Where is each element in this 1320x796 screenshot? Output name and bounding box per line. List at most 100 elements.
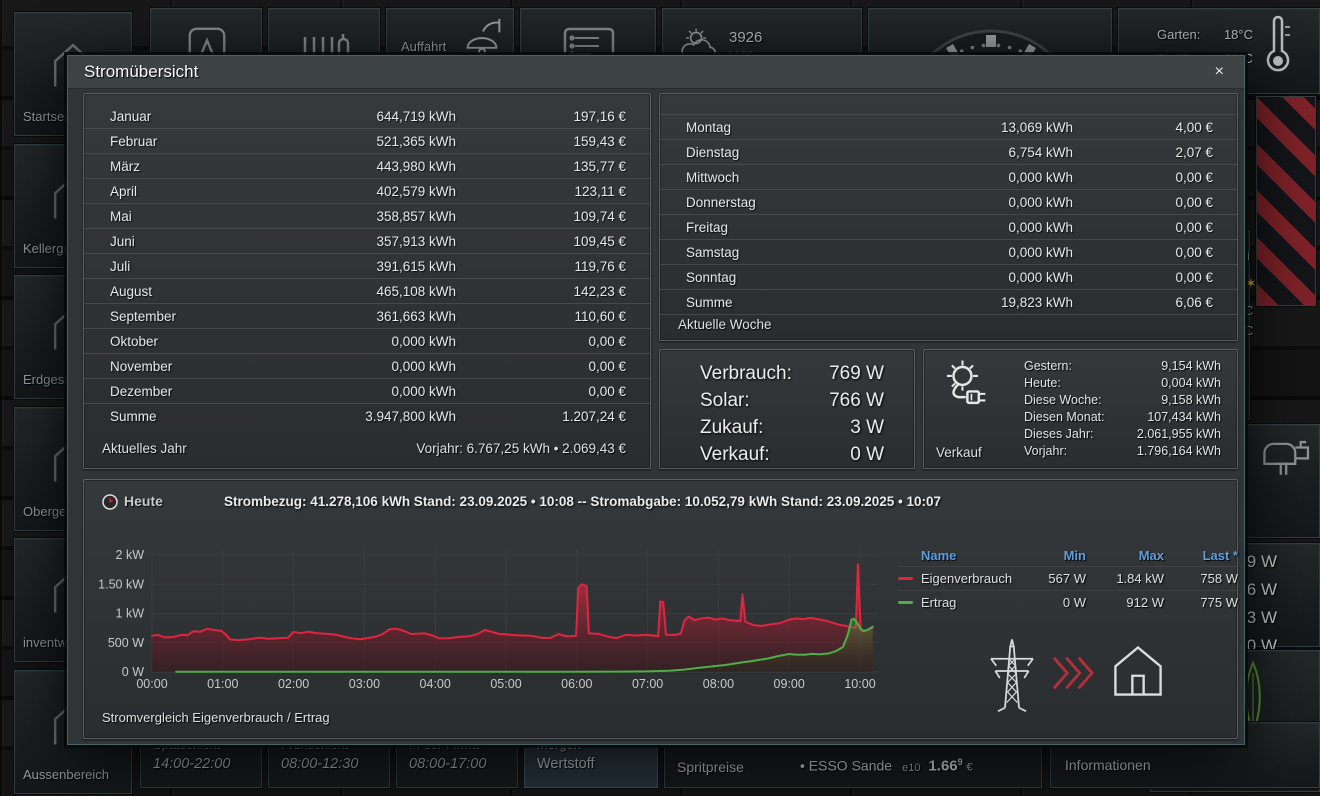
row-label: September	[110, 304, 306, 328]
table-row: Montag13,069 kWh4,00 €	[660, 115, 1237, 140]
row-label: Dezember	[110, 379, 306, 403]
row-label: Sonntag	[686, 265, 893, 289]
row-label: Samstag	[686, 240, 893, 264]
row-label: März	[110, 154, 306, 178]
euro-value: 0,00 €	[1073, 265, 1213, 289]
row-label: Januar	[110, 104, 306, 128]
legend-series-name[interactable]: Ertrag	[921, 595, 1022, 610]
stat-value: 9,158 kWh	[1161, 392, 1221, 409]
table-row: April402,579 kWh123,11 €	[84, 179, 650, 204]
stromuebersicht-dialog: Stromübersicht × Januar644,719 kWh197,16…	[67, 55, 1245, 745]
kwh-value: 391,615 kWh	[306, 254, 456, 278]
stat-value: 0,004 kWh	[1161, 375, 1221, 392]
stat-label: Diese Woche:	[1024, 392, 1102, 409]
series-min: 567 W	[1022, 571, 1086, 586]
chart-legend: NameMinMaxLast *Eigenverbrauch567 W1.84 …	[898, 544, 1238, 614]
verkauf-label: Verkauf	[936, 445, 982, 460]
tile-warning-stripes[interactable]	[1256, 96, 1316, 306]
outdoor-temp-value: 18°C	[1224, 27, 1253, 42]
euro-value: 0,00 €	[1073, 190, 1213, 214]
euro-value: 123,11 €	[456, 179, 626, 203]
star-icon: ✶	[1245, 275, 1257, 292]
row-label: Mittwoch	[686, 165, 893, 189]
svg-text:2 kW: 2 kW	[116, 548, 145, 562]
series-last: 775 W	[1164, 595, 1238, 610]
stat-value: 9,154 kWh	[1161, 358, 1221, 375]
euro-value: 119,76 €	[456, 254, 626, 278]
power-value: 3 W	[850, 414, 884, 441]
mailbox-icon	[1259, 433, 1317, 479]
power-label: Zukauf:	[700, 414, 763, 441]
close-icon[interactable]: ×	[1209, 61, 1230, 83]
legend-col-header: Min	[1022, 548, 1086, 563]
table-row: Sonntag0,000 kWh0,00 €	[660, 265, 1237, 290]
euro-value: 197,16 €	[456, 104, 626, 128]
kwh-value: 0,000 kWh	[893, 240, 1073, 264]
live-power-row: Solar:766 W	[700, 387, 884, 414]
euro-value: 109,74 €	[456, 204, 626, 228]
euro-value: 0,00 €	[1073, 215, 1213, 239]
table-row: Mai358,857 kWh109,74 €	[84, 204, 650, 229]
tab-heute[interactable]: Heute	[124, 493, 163, 509]
stat-value: 1.796,164 kWh	[1137, 443, 1221, 460]
kwh-value: 358,857 kWh	[306, 204, 456, 228]
power-line-chart: 00:0001:0002:0003:0004:0005:0006:0007:00…	[92, 538, 892, 698]
fuel-price-decimal: 9	[958, 757, 963, 767]
dialog-title: Stromübersicht	[84, 62, 198, 82]
svg-text:09:00: 09:00	[774, 677, 805, 691]
svg-text:05:00: 05:00	[490, 677, 521, 691]
outdoor-temp-row: Garten: 18°C	[1157, 27, 1253, 42]
live-power-row: Verkauf:0 W	[700, 441, 884, 468]
stat-label: Dieses Jahr:	[1024, 426, 1093, 443]
row-label: Summe	[110, 404, 306, 429]
sidebar-item-label: Aussenbereich	[23, 767, 109, 782]
series-last: 758 W	[1164, 571, 1238, 586]
live-power-panel: Verbrauch:769 WSolar:766 WZukauf:3 WVerk…	[659, 349, 915, 469]
table-row: Februar521,365 kWh159,43 €	[84, 129, 650, 154]
euro-value: 0,00 €	[456, 379, 626, 403]
euro-value: 0,00 €	[456, 329, 626, 353]
shift-time: 14:00-22:00	[153, 756, 230, 772]
lux-value: 3926	[729, 29, 762, 46]
stat-label: Vorjahr:	[1024, 443, 1067, 460]
kwh-value: 402,579 kWh	[306, 179, 456, 203]
row-label: Juni	[110, 229, 306, 253]
fuel-prices-label: Spritpreise	[677, 759, 744, 775]
sale-stat-row: Diese Woche: 9,158 kWh	[1024, 392, 1221, 409]
stat-label: Diesen Monat:	[1024, 409, 1105, 426]
legend-col-header: Last *	[1164, 548, 1238, 563]
reminder-subtitle: Wertstoff	[537, 756, 594, 772]
previous-year-summary: Vorjahr: 6.767,25 kWh • 2.069,43 €	[416, 441, 626, 456]
dashboard-background: StartseiteKellergeschossErdgeschossOberg…	[0, 0, 1320, 796]
svg-text:1.50 kW: 1.50 kW	[98, 577, 144, 591]
table-row: Oktober0,000 kWh0,00 €	[84, 329, 650, 354]
legend-series-name[interactable]: Eigenverbrauch	[921, 571, 1022, 586]
legend-row: Eigenverbrauch567 W1.84 kW758 W	[898, 566, 1238, 590]
power-value: 0 W	[850, 441, 884, 468]
monthly-footer: Aktuelles Jahr Vorjahr: 6.767,25 kWh • 2…	[84, 441, 650, 456]
kwh-value: 19,823 kWh	[893, 290, 1073, 314]
row-label: Oktober	[110, 329, 306, 353]
house-icon	[1106, 640, 1170, 700]
row-label: Mai	[110, 204, 306, 228]
sidebar-item-label: inventw	[23, 635, 67, 650]
tile-auffahrt-label: Auffahrt	[401, 39, 446, 54]
series-min: 0 W	[1022, 595, 1086, 610]
kwh-value: 0,000 kWh	[893, 265, 1073, 289]
power-label: Solar:	[700, 387, 750, 414]
row-label: August	[110, 279, 306, 303]
period-label: Aktuelles Jahr	[102, 441, 187, 456]
legend-col-header: Max	[1086, 548, 1164, 563]
row-label: Dienstag	[686, 140, 893, 164]
weekly-energy-panel: Montag13,069 kWh4,00 €Dienstag6,754 kWh2…	[659, 93, 1238, 341]
temp-fragment: C	[1244, 303, 1253, 318]
kwh-value: 6,754 kWh	[893, 140, 1073, 164]
svg-text:08:00: 08:00	[703, 677, 734, 691]
grid-to-house-flow	[984, 636, 1224, 708]
table-row: Freitag0,000 kWh0,00 €	[660, 215, 1237, 240]
euro-value: 6,06 €	[1073, 290, 1213, 314]
table-row: Mittwoch0,000 kWh0,00 €	[660, 165, 1237, 190]
stat-value: 2.061,955 kWh	[1137, 426, 1221, 443]
svg-text:02:00: 02:00	[278, 677, 309, 691]
euro-value: 1.207,24 €	[456, 404, 626, 429]
